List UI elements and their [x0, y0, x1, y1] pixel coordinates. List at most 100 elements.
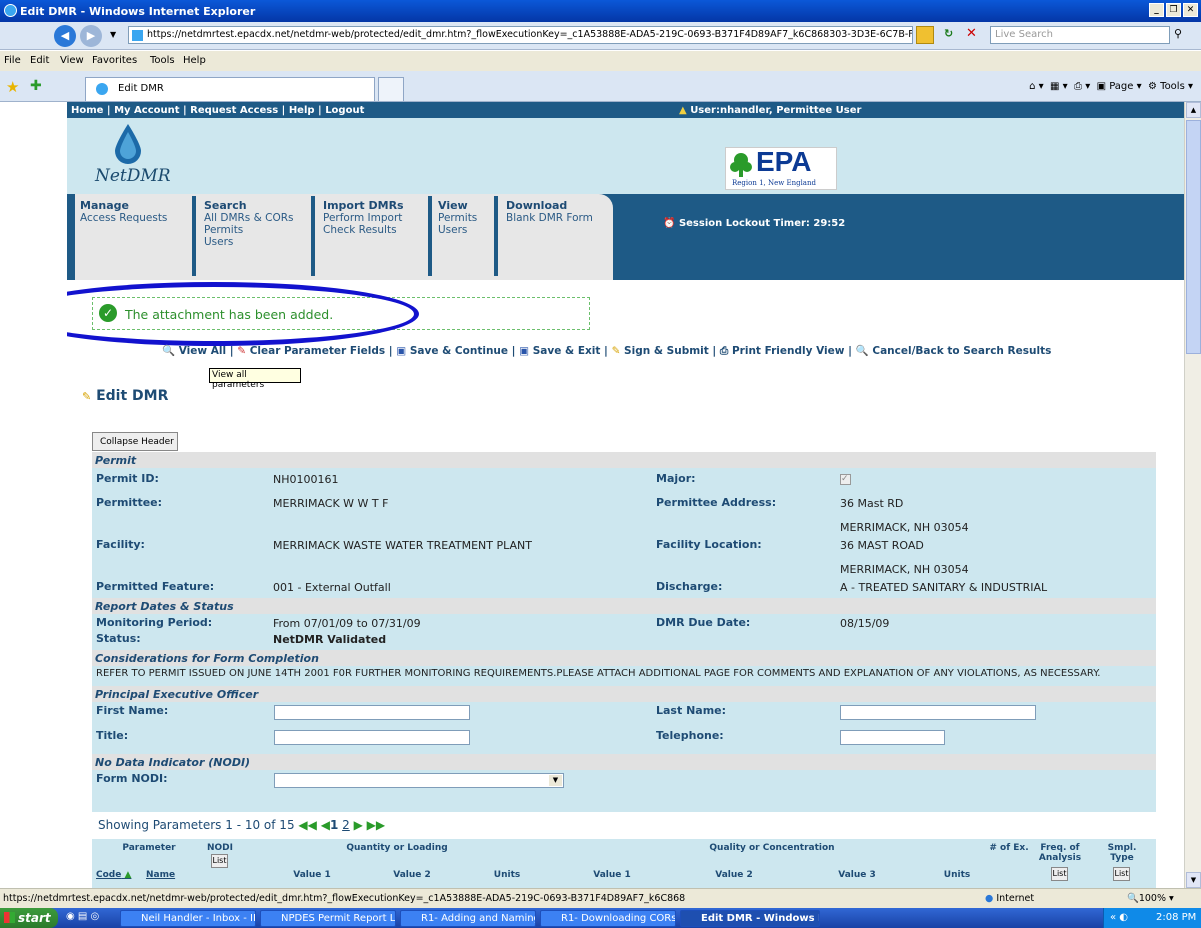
nav-search-users[interactable]: Users [204, 236, 294, 248]
last-page-icon[interactable]: ▶▶ [367, 818, 385, 832]
stop-icon[interactable]: ✕ [966, 26, 977, 41]
permittee-label: Permittee: [96, 496, 163, 509]
quick-launch-icons[interactable]: ◉ ▤ ◎ [66, 911, 99, 922]
task-r1-downloading[interactable]: R1- Downloading CORs a... [540, 910, 676, 927]
menu-edit[interactable]: Edit [30, 55, 49, 66]
dmr-due-date-value: 08/15/09 [840, 617, 890, 630]
address-bar[interactable]: https://netdmrtest.epacdx.net/netdmr-web… [128, 26, 913, 44]
menu-help[interactable]: Help [183, 55, 206, 66]
zoom-level[interactable]: 🔍100% ▾ [1127, 893, 1174, 904]
collapse-header-button[interactable]: Collapse Header [92, 432, 178, 451]
task-r1-adding[interactable]: R1- Adding and Naming ... [400, 910, 536, 927]
quantity-value2-header: Value 2 [393, 870, 431, 880]
netdmr-logo: NetDMR [95, 166, 171, 186]
first-name-input[interactable] [274, 705, 470, 720]
cancel-link[interactable]: Cancel/Back to Search Results [872, 345, 1051, 357]
menu-view[interactable]: View [60, 55, 84, 66]
nav-all-dmrs[interactable]: All DMRs & CORs [204, 212, 294, 224]
quality-value3-header: Value 3 [838, 870, 876, 880]
minimize-button[interactable]: _ [1149, 3, 1164, 17]
nav-search-permits[interactable]: Permits [204, 224, 294, 236]
nav-blank-dmr-form[interactable]: Blank DMR Form [506, 212, 593, 224]
zoom-value: 100% [1138, 893, 1167, 904]
history-dropdown-icon[interactable]: ▼ [110, 30, 116, 39]
nav-view-permits[interactable]: Permits [438, 212, 477, 224]
user-info: ▲ User:nhandler, Permittee User [679, 105, 861, 116]
tools-menu[interactable]: ⚙ Tools ▾ [1148, 81, 1193, 92]
last-name-input[interactable] [840, 705, 1036, 720]
tray-icons[interactable]: « ◐ [1110, 912, 1128, 923]
search-icon[interactable]: ⚲ [1174, 27, 1182, 40]
first-page-icon[interactable]: ◀◀ [298, 818, 316, 832]
favorites-star-icon[interactable]: ★ [6, 78, 19, 96]
task-edit-dmr[interactable]: Edit DMR - Windows I... [680, 910, 820, 927]
tab-edit-dmr[interactable]: Edit DMR [85, 77, 375, 101]
nodi-section-heading: No Data Indicator (NODI) [92, 754, 1156, 770]
home-link[interactable]: Home [71, 105, 103, 116]
code-sort-header[interactable]: Code ▲ [96, 870, 131, 880]
zone-label: Internet [996, 893, 1035, 904]
task-npdes-report[interactable]: NPDES Permit Report List... [260, 910, 396, 927]
my-account-link[interactable]: My Account [114, 105, 179, 116]
feeds-icon[interactable]: ▦ ▾ [1050, 81, 1068, 92]
add-favorites-icon[interactable]: ✚ [30, 78, 42, 94]
clear-fields-link[interactable]: Clear Parameter Fields [250, 345, 385, 357]
refresh-icon[interactable]: ↻ [944, 27, 953, 40]
chevron-down-icon[interactable]: ▼ [549, 775, 562, 786]
live-search-input[interactable]: Live Search [990, 26, 1170, 44]
scroll-up-button[interactable]: ▲ [1186, 102, 1201, 118]
next-page-icon[interactable]: ▶ [354, 818, 363, 832]
restore-button[interactable]: ❐ [1166, 3, 1181, 17]
page-menu[interactable]: ▣ Page ▾ [1097, 81, 1142, 92]
scroll-down-button[interactable]: ▼ [1186, 872, 1201, 888]
menu-file[interactable]: File [4, 55, 21, 66]
ie-icon [4, 4, 17, 17]
new-tab-button[interactable] [378, 77, 404, 101]
back-button[interactable]: ◀ [54, 25, 76, 47]
major-checkbox[interactable]: ✓ [840, 474, 851, 485]
task-outlook[interactable]: Neil Handler - Inbox - IB... [120, 910, 256, 927]
lock-icon[interactable] [916, 26, 934, 44]
main-nav: Manage Access Requests Search All DMRs &… [67, 194, 1184, 280]
frequency-list-button[interactable]: List [1051, 867, 1068, 881]
nav-check-results[interactable]: Check Results [323, 224, 404, 236]
print-icon[interactable]: ⎙ ▾ [1074, 81, 1090, 92]
start-button[interactable]: start [0, 908, 58, 928]
home-icon[interactable]: ⌂ ▾ [1029, 81, 1044, 92]
logout-link[interactable]: Logout [325, 105, 364, 116]
vertical-scrollbar[interactable]: ▲ ▼ [1184, 102, 1201, 888]
telephone-input[interactable] [840, 730, 945, 745]
sign-submit-link[interactable]: Sign & Submit [624, 345, 709, 357]
page-1[interactable]: 1 [330, 818, 338, 832]
form-nodi-select[interactable]: ▼ [274, 773, 564, 788]
facility-location-label: Facility Location: [656, 538, 762, 551]
nav-access-requests[interactable]: Access Requests [80, 212, 167, 224]
discharge-value: A - TREATED SANITARY & INDUSTRIAL [840, 581, 1048, 594]
nav-view-users[interactable]: Users [438, 224, 477, 236]
print-view-link[interactable]: Print Friendly View [732, 345, 844, 357]
save-exit-link[interactable]: Save & Exit [533, 345, 601, 357]
internet-zone: ● Internet [985, 893, 1034, 904]
prev-page-icon[interactable]: ◀ [321, 818, 330, 832]
page-2[interactable]: 2 [342, 818, 350, 832]
status-url: https://netdmrtest.epacdx.net/netdmr-web… [3, 893, 686, 904]
request-access-link[interactable]: Request Access [190, 105, 278, 116]
clear-icon: ✎ [237, 345, 247, 357]
save-continue-link[interactable]: Save & Continue [410, 345, 508, 357]
help-link[interactable]: Help [289, 105, 315, 116]
view-all-link[interactable]: View All [179, 345, 226, 357]
close-button[interactable]: ✕ [1183, 3, 1198, 17]
scroll-thumb[interactable] [1186, 120, 1201, 354]
name-sort-header[interactable]: Name [146, 870, 175, 880]
forward-button[interactable]: ▶ [80, 25, 102, 47]
sample-type-list-button[interactable]: List [1113, 867, 1130, 881]
nav-perform-import[interactable]: Perform Import [323, 212, 404, 224]
menu-tools[interactable]: Tools [150, 55, 175, 66]
menu-favorites[interactable]: Favorites [92, 55, 137, 66]
nodi-list-button[interactable]: List [211, 854, 228, 868]
permittee-address-label: Permittee Address: [656, 496, 777, 509]
nav-view: View Permits Users [438, 200, 477, 237]
windows-logo-icon [4, 912, 15, 923]
title-input[interactable] [274, 730, 470, 745]
permit-id-label: Permit ID: [96, 472, 159, 485]
